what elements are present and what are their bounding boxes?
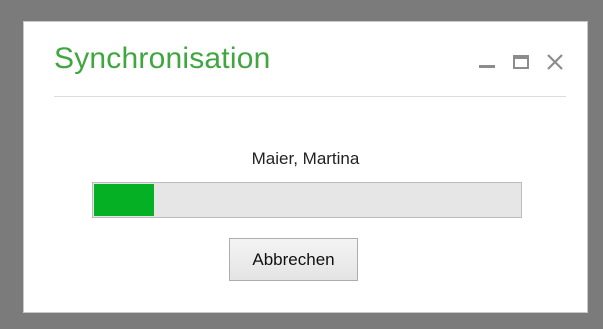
- progress-bar: [92, 182, 522, 218]
- current-item-label: Maier, Martina: [251, 149, 360, 168]
- sync-dialog: Synchronisation Maier, Martina Abbrechen: [23, 21, 588, 313]
- close-button[interactable]: [544, 51, 566, 73]
- dialog-title: Synchronisation: [54, 42, 271, 75]
- window-frame: Synchronisation Maier, Martina Abbrechen: [0, 0, 603, 329]
- title-divider: [54, 96, 566, 97]
- title-bar: Synchronisation: [54, 38, 566, 96]
- close-icon: [547, 54, 563, 70]
- maximize-icon: [513, 55, 529, 69]
- minimize-icon: [479, 65, 495, 68]
- minimize-button[interactable]: [476, 51, 498, 73]
- window-controls: [476, 48, 566, 76]
- cancel-button[interactable]: Abbrechen: [229, 238, 358, 281]
- maximize-button[interactable]: [510, 51, 532, 73]
- progress-fill: [94, 184, 154, 216]
